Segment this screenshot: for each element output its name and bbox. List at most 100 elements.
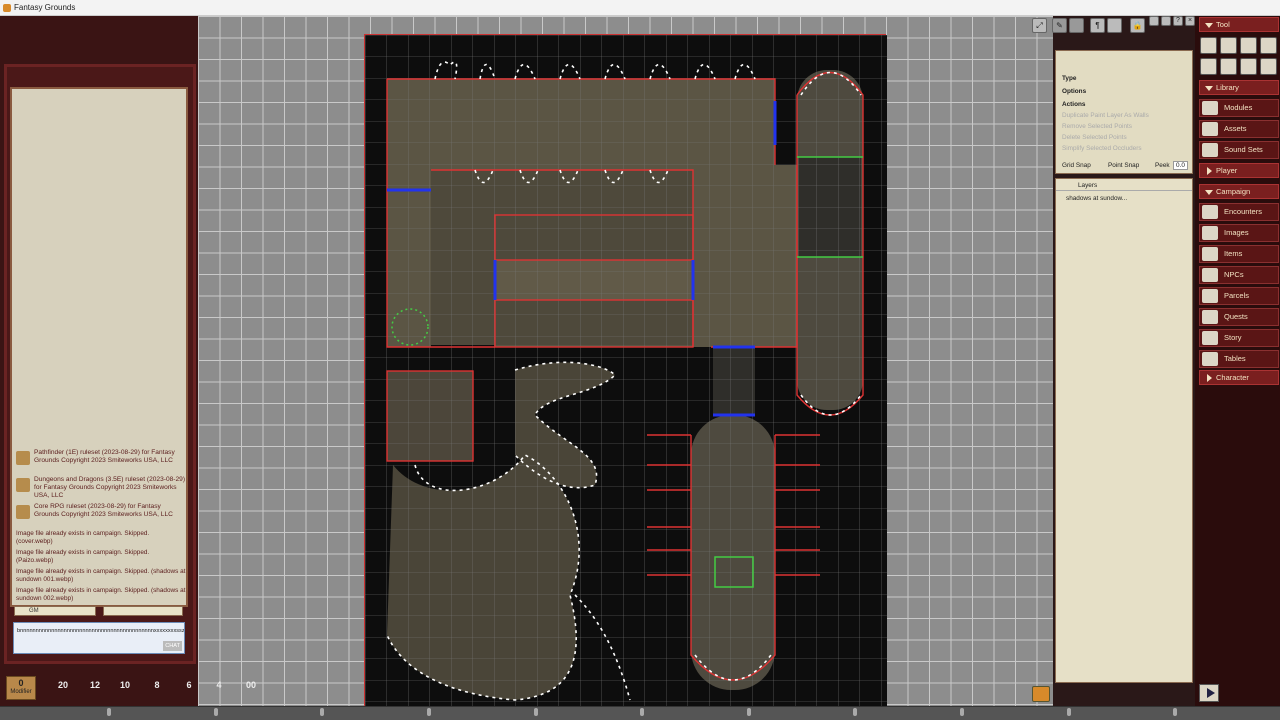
chat-entry: Dungeons and Dragons (3.5E) ruleset (202… [16, 476, 186, 500]
title-bar: Fantasy Grounds [0, 0, 1280, 16]
tool-icon[interactable] [1220, 37, 1237, 54]
hotkey-slot[interactable] [107, 708, 111, 716]
tool-icon[interactable] [1240, 37, 1257, 54]
layer-item[interactable]: shadows at sundow... [1066, 195, 1127, 202]
npcs-button[interactable]: NPCs [1199, 266, 1279, 284]
d8-die[interactable]: 8 [144, 672, 170, 698]
section-tool[interactable]: Tool [1199, 17, 1279, 32]
modifier-label: Modifier [10, 689, 32, 695]
ruleset-icon [16, 505, 30, 519]
bag-icon [1202, 247, 1218, 261]
play-icon[interactable] [1199, 684, 1219, 702]
book-icon [1202, 101, 1218, 115]
modules-button[interactable]: Modules [1199, 99, 1279, 117]
tool-icon[interactable] [1200, 37, 1217, 54]
d100-die[interactable]: 00 [238, 672, 264, 698]
hotkey-slot[interactable] [534, 708, 538, 716]
hotkey-slot[interactable] [1067, 708, 1071, 716]
swords-icon [1202, 205, 1218, 219]
tables-button[interactable]: Tables [1199, 350, 1279, 368]
occluder-tool-panel: Type Options Actions Duplicate Paint Lay… [1055, 50, 1193, 174]
pin-icon[interactable]: ¶ [1090, 18, 1105, 33]
puzzle-icon [1202, 122, 1218, 136]
hotkey-slot[interactable] [853, 708, 857, 716]
mask-icon[interactable] [1107, 18, 1122, 33]
tool-icon[interactable] [1260, 37, 1277, 54]
section-library[interactable]: Library [1199, 80, 1279, 95]
section-character[interactable]: Character [1199, 370, 1279, 385]
layers-title: Layers [1078, 182, 1098, 189]
items-button[interactable]: Items [1199, 245, 1279, 263]
actions-label: Actions [1062, 101, 1086, 108]
d12-die[interactable]: 12 [82, 672, 108, 698]
expand-icon[interactable]: ⤢ [1032, 18, 1047, 33]
chat-button[interactable]: CHAT [163, 641, 182, 651]
close-icon[interactable]: × [1185, 16, 1195, 26]
ruleset-icon [16, 451, 30, 465]
tool-icon[interactable] [1200, 58, 1217, 75]
tool-icon[interactable] [1220, 58, 1237, 75]
d6-die[interactable]: 6 [176, 672, 202, 698]
hotkey-slot[interactable] [640, 708, 644, 716]
language-select[interactable] [103, 606, 183, 616]
layers-header: Layers [1056, 181, 1192, 191]
tool-icon[interactable] [1240, 58, 1257, 75]
tool-icon[interactable] [1260, 58, 1277, 75]
hotkey-slot[interactable] [960, 708, 964, 716]
chat-input[interactable]: bnnnnnnnnnnnnnnnnnnnnnnnnnnnnnnnnnnnnnnn… [13, 622, 185, 654]
hotkey-slot[interactable] [320, 708, 324, 716]
modifier-value: 0 [18, 678, 24, 688]
layers-panel: Layers shadows at sundow... [1055, 178, 1193, 683]
d20-die[interactable]: 20 [50, 672, 76, 698]
edit-window-icon[interactable] [1149, 16, 1159, 26]
chat-message: Image file already exists in campaign. S… [16, 587, 186, 602]
modifier-box[interactable]: 0 Modifier [6, 676, 36, 700]
story-button[interactable]: Story [1199, 329, 1279, 347]
action-simplify[interactable]: Simplify Selected Occluders [1062, 145, 1142, 152]
map-svg [365, 35, 887, 707]
peek-input[interactable]: 0.0 [1173, 161, 1188, 170]
speaker-select[interactable]: GM [14, 606, 96, 616]
dice-icon [1202, 352, 1218, 366]
images-button[interactable]: Images [1199, 224, 1279, 242]
map-icon [1202, 226, 1218, 240]
chat-log[interactable]: Pathfinder (1E) ruleset (2023-08-29) for… [10, 87, 188, 607]
window-title: Fantasy Grounds [14, 3, 76, 12]
ruleset-icon [16, 478, 30, 492]
parcels-button[interactable]: Parcels [1199, 287, 1279, 305]
hotkey-slot[interactable] [214, 708, 218, 716]
hotkey-slot[interactable] [427, 708, 431, 716]
trophy-icon [1202, 310, 1218, 324]
lock-icon[interactable]: 🔒 [1130, 18, 1145, 33]
section-player[interactable]: Player [1199, 163, 1279, 178]
chat-message: Image file already exists in campaign. S… [16, 568, 186, 583]
section-campaign[interactable]: Campaign [1199, 184, 1279, 199]
parcel-icon [1202, 289, 1218, 303]
skull-icon [1202, 268, 1218, 282]
pencil-icon[interactable]: ✎ [1052, 18, 1067, 33]
d10-die[interactable]: 10 [112, 672, 138, 698]
action-delete-points[interactable]: Delete Selected Points [1062, 134, 1127, 141]
eraser-icon[interactable] [1069, 18, 1084, 33]
action-remove-points[interactable]: Remove Selected Points [1062, 123, 1132, 130]
help-icon[interactable]: ? [1173, 16, 1183, 26]
chat-message: Image file already exists in campaign. S… [16, 549, 150, 564]
share-icon[interactable] [1161, 16, 1171, 26]
grid-snap-toggle[interactable]: Grid Snap [1062, 162, 1091, 169]
action-duplicate[interactable]: Duplicate Paint Layer As Walls [1062, 112, 1149, 119]
quests-button[interactable]: Quests [1199, 308, 1279, 326]
d4-die[interactable]: 4 [206, 672, 232, 698]
chat-message: Image file already exists in campaign. S… [16, 530, 150, 545]
app-icon [3, 4, 11, 12]
peek-label: Peek [1155, 162, 1170, 169]
assets-button[interactable]: Assets [1199, 120, 1279, 138]
hotkey-slot[interactable] [1173, 708, 1177, 716]
chat-entry: Pathfinder (1E) ruleset (2023-08-29) for… [16, 449, 186, 465]
hotkey-slot[interactable] [747, 708, 751, 716]
map-image[interactable] [364, 34, 887, 707]
tool-shortcut-icon[interactable] [1032, 686, 1050, 702]
options-label: Options [1062, 88, 1087, 95]
point-snap-toggle[interactable]: Point Snap [1108, 162, 1139, 169]
sound-sets-button[interactable]: Sound Sets [1199, 141, 1279, 159]
encounters-button[interactable]: Encounters [1199, 203, 1279, 221]
